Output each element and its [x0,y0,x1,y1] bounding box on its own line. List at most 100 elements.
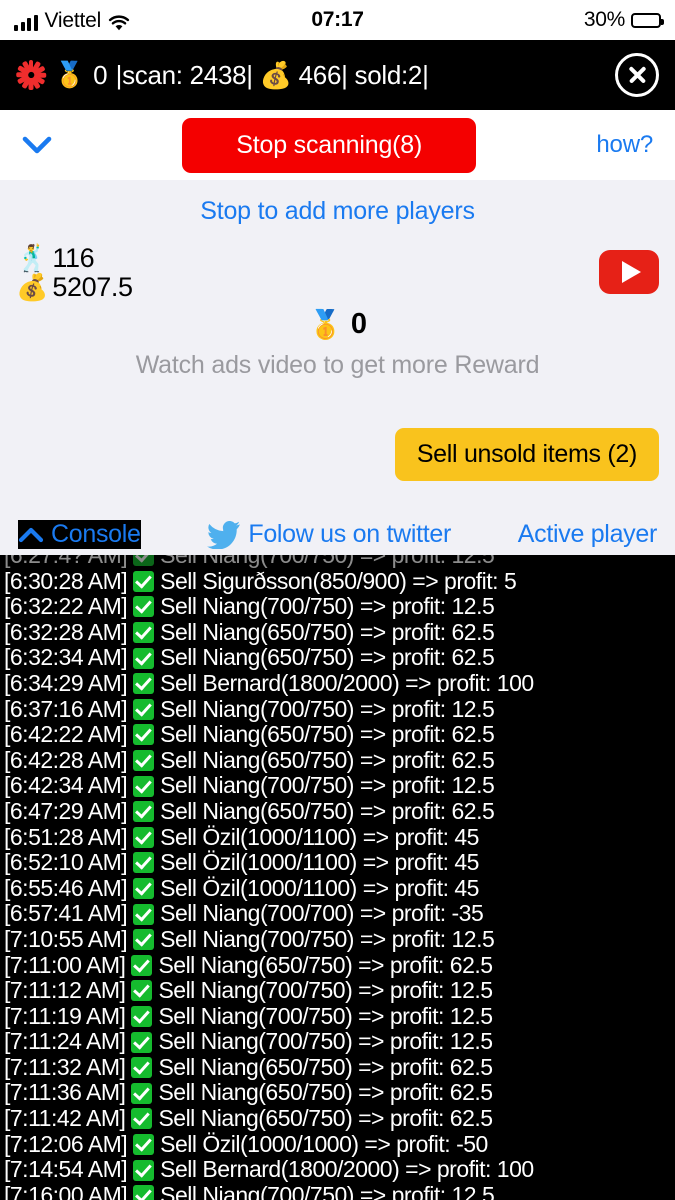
log-timestamp: [7:14:54 AM] [4,1156,128,1183]
chevron-down-icon[interactable] [22,136,62,155]
console-log-line: [7:16:00 AM] Sell Niang(700/750) => profi… [0,1181,675,1200]
check-mark-icon [131,1005,153,1027]
check-mark-icon [133,878,155,900]
log-message: Sell Bernard(1800/2000) => profit: 100 [160,669,534,696]
log-message: Sell Niang(650/750) => profit: 62.5 [158,1053,493,1080]
stat-item: 💰 5207.5 [16,271,133,303]
check-mark-icon [133,1185,155,1200]
log-timestamp: [7:11:24 AM] [4,1028,126,1055]
log-message: Sell Niang(700/750) => profit: 12.5 [158,977,493,1004]
log-timestamp: [7:12:06 AM] [4,1130,128,1157]
log-timestamp: [6:34:29 AM] [4,669,128,696]
stop-scanning-button[interactable]: Stop scanning(8) [182,117,477,173]
console-label: Console [51,520,141,548]
console-log-line: [7:11:12 AM] Sell Niang(700/750) => profi… [0,977,675,1004]
log-message: Sell Niang(650/750) => profit: 62.5 [158,1105,493,1132]
player-count-value: 116 [52,243,95,273]
twitter-follow-link[interactable]: Folow us on twitter [207,520,451,549]
medal-count-value: 0 [350,307,367,340]
log-message: Sell Özil(1000/1100) => profit: 45 [160,874,479,901]
console-log-line: [7:14:54 AM] Sell Bernard(1800/2000) => p… [0,1157,675,1183]
check-mark-icon [133,596,155,618]
log-timestamp: [7:11:36 AM] [4,1079,126,1106]
console-log-line: [6:30:28 AM] Sell Sigurðsson(850/900) => … [0,567,675,595]
check-mark-icon [131,1057,153,1079]
console-log-line: [6:47:29 AM] Sell Niang(650/750) => profi… [0,797,675,825]
how-link[interactable]: how? [596,131,653,159]
log-message: Sell Niang(650/750) => profit: 62.5 [160,618,495,645]
log-timestamp: [7:11:32 AM] [4,1053,126,1080]
log-message: Sell Niang(700/700) => profit: -35 [160,900,484,927]
log-timestamp: [6:42:34 AM] [4,772,128,799]
chevron-up-icon [18,527,44,543]
check-mark-icon [133,673,155,695]
youtube-play-icon[interactable] [599,250,659,294]
console-log-line: [6:37:16 AM] Sell Niang(700/750) => profi… [0,695,675,723]
log-message: Sell Niang(700/750) => profit: 12.5 [160,772,495,799]
main-panel: Stop to add more players 🕺 116 💰 5207.5 … [0,180,675,555]
log-timestamp: [6:42:22 AM] [4,721,128,748]
log-message: Sell Bernard(1800/2000) => profit: 100 [160,1156,534,1183]
log-timestamp: [6:51:28 AM] [4,823,128,850]
log-message: Sell Sigurðsson(850/900) => profit: 5 [160,567,517,594]
log-message: Sell Niang(700/750) => profit: 12.5 [160,593,495,620]
log-message: Sell Niang(650/750) => profit: 62.5 [160,746,495,773]
check-mark-icon [131,954,153,976]
close-circle-icon[interactable] [615,53,659,97]
medal-icon: 🥇 [54,60,86,89]
log-timestamp: [6:37:16 AM] [4,695,128,722]
console-log-line: [7:10:55 AM] Sell Niang(700/750) => profi… [0,925,675,953]
check-mark-icon [133,1159,155,1181]
console-log-line: [6:42:22 AM] Sell Niang(650/750) => profi… [0,722,675,748]
money-bag-icon: 💰 [16,271,49,302]
log-message: Sell Niang(650/750) => profit: 62.5 [160,721,495,748]
log-timestamp: [7:11:19 AM] [4,1002,126,1029]
check-mark-icon [131,1031,153,1053]
check-mark-icon [133,570,155,592]
sell-unsold-items-button[interactable]: Sell unsold items (2) [394,428,659,481]
check-mark-icon [133,750,155,772]
stats-row: 🕺 116 💰 5207.5 [16,244,659,302]
coins-value: 5207.5 [52,272,133,303]
log-timestamp: [6:27:4? AM] [4,555,128,568]
console-log-line: [6:57:41 AM] Sell Niang(700/700) => profi… [0,901,675,927]
twitter-label: Folow us on twitter [248,520,452,548]
console-log-line: [6:27:4? AM] Sell Niang(700/750) => profi… [0,555,675,569]
log-timestamp: [6:57:41 AM] [4,900,128,927]
check-mark-icon [133,801,155,823]
console-log-line: [7:11:24 AM] Sell Niang(700/750) => profi… [0,1029,675,1055]
scan-control-row: Stop scanning(8) how? [0,110,675,180]
console-log-line: [7:11:36 AM] Sell Niang(650/750) => profi… [0,1080,675,1106]
stop-to-add-players-link[interactable]: Stop to add more players [16,180,659,226]
console-log-line: [6:42:34 AM] Sell Niang(700/750) => profi… [0,773,675,799]
log-message: Sell Niang(700/750) => profit: 12.5 [160,695,495,722]
console-toggle[interactable]: Console [18,520,141,549]
console-log[interactable]: [6:27:4? AM] Sell Niang(700/750) => profi… [0,555,675,1200]
medal-icon: 🥇 [307,308,343,340]
app-root: Viettel 07:17 30% 🥇 0 |scan: 2438| 💰 466… [0,0,675,1200]
console-log-line: [7:12:06 AM] Sell Özil(1000/1000) => prof… [0,1130,675,1158]
log-message: Sell Niang(650/750) => profit: 62.5 [160,797,495,824]
check-mark-icon [131,1082,153,1104]
log-timestamp: [6:42:28 AM] [4,746,128,773]
console-log-line: [6:42:28 AM] Sell Niang(650/750) => profi… [0,746,675,774]
log-timestamp: [6:32:22 AM] [4,593,128,620]
check-mark-icon [133,724,155,746]
log-message: Sell Niang(650/750) => profit: 62.5 [158,951,493,978]
check-mark-icon [131,1108,153,1130]
log-message: Sell Niang(700/750) => profit: 12.5 [160,925,495,952]
log-timestamp: [7:11:00 AM] [4,951,126,978]
check-mark-icon [133,555,155,567]
log-timestamp: [7:16:00 AM] [4,1181,128,1200]
console-log-line: [6:32:22 AM] Sell Niang(700/750) => profi… [0,594,675,620]
check-mark-icon [131,980,153,1002]
console-log-line: [6:32:28 AM] Sell Niang(650/750) => profi… [0,618,675,646]
clock-label: 07:17 [311,8,364,31]
status-bar: Viettel 07:17 30% [0,0,675,40]
active-player-link[interactable]: Active player [518,520,658,549]
log-message: Sell Özil(1000/1100) => profit: 45 [160,823,479,850]
check-mark-icon [133,698,155,720]
log-timestamp: [6:55:46 AM] [4,874,128,901]
app-header: 🥇 0 |scan: 2438| 💰 466| sold:2| [0,40,675,110]
check-mark-icon [133,826,155,848]
